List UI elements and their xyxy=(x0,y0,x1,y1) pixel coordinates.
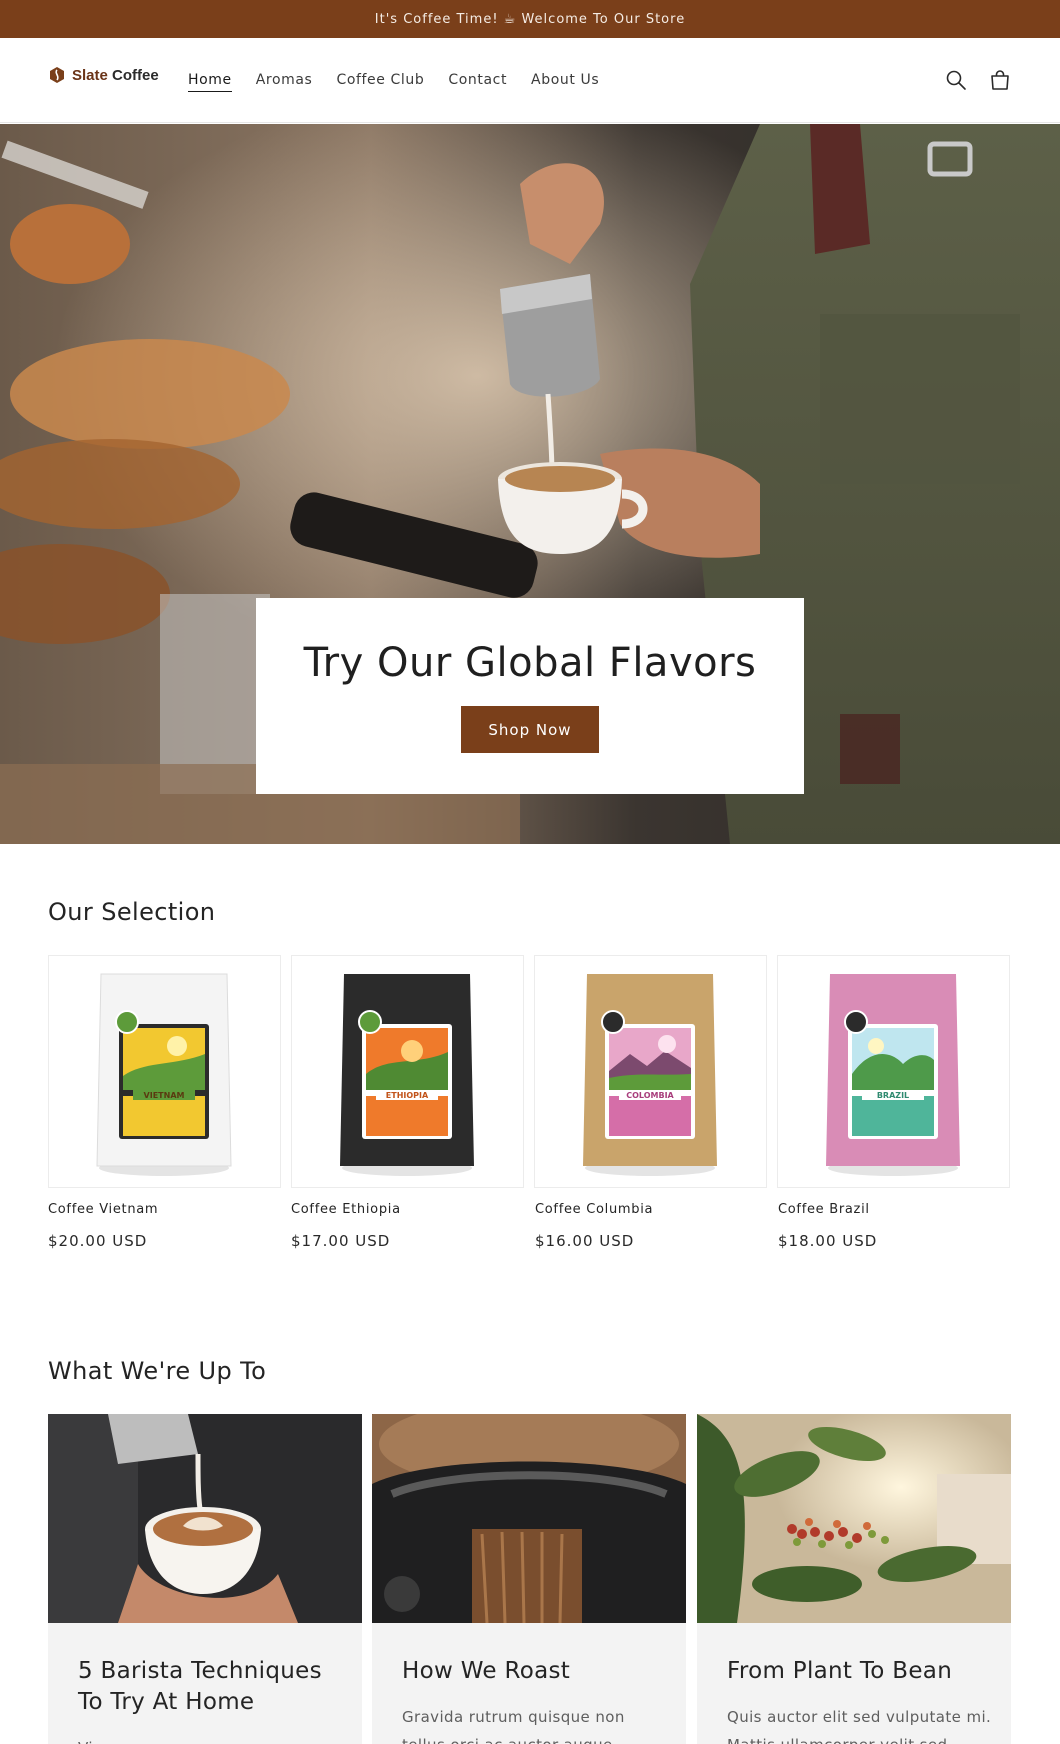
shop-now-button[interactable]: Shop Now xyxy=(461,706,599,753)
product-price-brazil: $18.00 USD xyxy=(778,1232,878,1250)
product-name-columbia[interactable]: Coffee Columbia xyxy=(535,1202,653,1217)
main-nav: Home Aromas Coffee Club Contact About Us xyxy=(188,72,599,92)
product-card-vietnam[interactable]: VIETNAM xyxy=(48,955,281,1188)
blog-post-excerpt: Quis auctor elit sed vulputate mi. Matti… xyxy=(727,1708,992,1744)
product-name-brazil[interactable]: Coffee Brazil xyxy=(778,1202,870,1217)
product-price-ethiopia: $17.00 USD xyxy=(291,1232,391,1250)
nav-item-home[interactable]: Home xyxy=(188,72,232,92)
nav-item-aromas[interactable]: Aromas xyxy=(256,72,313,92)
blog-image-latte-art xyxy=(48,1414,362,1623)
blog-image-coffee-roaster xyxy=(372,1414,686,1623)
blog-post-title[interactable]: From Plant To Bean xyxy=(727,1656,987,1687)
blog-image-coffee-plant xyxy=(697,1414,1011,1623)
hero-callout: Try Our Global Flavors Shop Now xyxy=(256,598,804,794)
blog-section-title: What We're Up To xyxy=(48,1357,267,1385)
bag-label-ethiopia: ETHIOPIA xyxy=(386,1091,429,1100)
product-image-ethiopia: ETHIOPIA xyxy=(340,974,474,1176)
search-icon[interactable] xyxy=(944,68,968,92)
product-image-vietnam: VIETNAM xyxy=(96,973,232,1176)
bag-label-vietnam: VIETNAM xyxy=(144,1091,185,1100)
blog-card-plant[interactable]: From Plant To Bean Quis auctor elit sed … xyxy=(697,1414,1011,1744)
blog-card-roast[interactable]: How We Roast Gravida rutrum quisque non … xyxy=(372,1414,686,1744)
brand-name: Slate Coffee xyxy=(72,66,159,84)
blog-post-title[interactable]: How We Roast xyxy=(402,1656,662,1687)
bag-label-brazil: BRAZIL xyxy=(877,1091,909,1100)
nav-item-coffee-club[interactable]: Coffee Club xyxy=(336,72,424,92)
blog-post-title[interactable]: 5 Barista Techniques To Try At Home xyxy=(78,1656,338,1718)
product-price-columbia: $16.00 USD xyxy=(535,1232,635,1250)
brand-logo[interactable]: Slate Coffee xyxy=(48,66,159,84)
blog-post-excerpt: Gravida rutrum quisque non tellus orci a… xyxy=(402,1708,625,1744)
product-card-brazil[interactable]: BRAZIL xyxy=(777,955,1010,1188)
site-header: Slate Coffee Home Aromas Coffee Club Con… xyxy=(0,38,1060,123)
hero-title: Try Our Global Flavors xyxy=(303,640,757,686)
nav-item-contact[interactable]: Contact xyxy=(448,72,507,92)
bag-label-colombia: COLOMBIA xyxy=(626,1091,674,1100)
selection-title: Our Selection xyxy=(48,898,216,926)
product-name-vietnam[interactable]: Coffee Vietnam xyxy=(48,1202,158,1217)
cart-icon[interactable] xyxy=(988,68,1012,92)
product-price-vietnam: $20.00 USD xyxy=(48,1232,148,1250)
product-image-brazil: BRAZIL xyxy=(826,974,960,1176)
product-name-ethiopia[interactable]: Coffee Ethiopia xyxy=(291,1202,401,1217)
nav-item-about-us[interactable]: About Us xyxy=(531,72,599,92)
announcement-bar: It's Coffee Time! ☕ Welcome To Our Store xyxy=(0,0,1060,38)
product-card-columbia[interactable]: COLOMBIA xyxy=(534,955,767,1188)
coffee-bean-logo-icon xyxy=(50,67,64,83)
hero-banner: Try Our Global Flavors Shop Now xyxy=(0,124,1060,844)
blog-card-barista[interactable]: 5 Barista Techniques To Try At Home Vive… xyxy=(48,1414,362,1744)
product-image-columbia: COLOMBIA xyxy=(583,974,717,1176)
announcement-text: It's Coffee Time! ☕ Welcome To Our Store xyxy=(374,11,686,27)
product-card-ethiopia[interactable]: ETHIOPIA xyxy=(291,955,524,1188)
blog-post-excerpt: Viverra maecenas accumsan xyxy=(78,1734,348,1744)
